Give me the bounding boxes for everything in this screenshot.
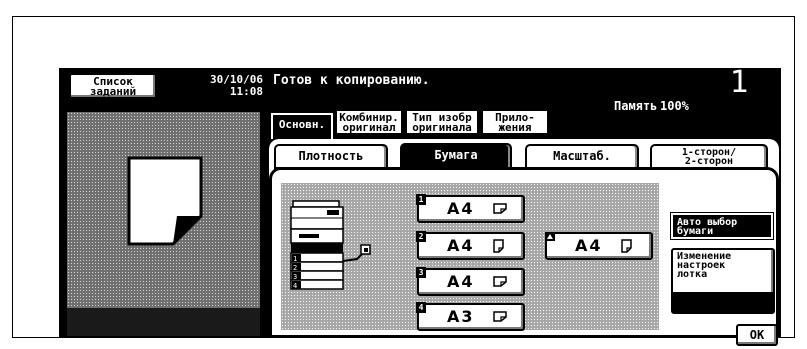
tray-3-number: 3 (416, 267, 426, 278)
paper-settings-panel: Плотность Бумага Масштаб. 1-сторон/ 2-ст… (269, 139, 779, 346)
paper-landscape-icon (493, 203, 507, 214)
tray-settings-indicator (673, 292, 773, 312)
date-time: 30/10/06 11:08 (163, 74, 263, 100)
tab-paper[interactable]: Бумага (400, 143, 512, 169)
job-list-label-2: заданий (89, 85, 137, 98)
tray-1-number: 1 (416, 194, 426, 205)
paper-portrait-icon (493, 239, 504, 253)
tab-original-type-label-2: оригинала (412, 121, 472, 134)
lcd-panel: Список заданий 30/10/06 11:08 Готов к ко… (59, 65, 781, 346)
bypass-tray-button[interactable]: A4 (545, 232, 653, 260)
preview-bottom-bar (67, 308, 260, 336)
tray-3-size: A4 (447, 272, 475, 291)
tab-combine-label-2: оригинал (342, 121, 396, 134)
memory-value: 100% (660, 99, 689, 113)
tray-4-button[interactable]: 4 A3 (416, 302, 525, 331)
screenshot-frame: Список заданий 30/10/06 11:08 Готов к ко… (12, 16, 795, 346)
bypass-tray-icon (545, 232, 555, 241)
tab-applications[interactable]: Прило- жения (481, 109, 549, 133)
copier-tray-label-4: 4 (293, 282, 297, 290)
bypass-tray-size: A4 (575, 236, 603, 255)
copier-tray-label-3: 3 (293, 273, 297, 281)
tray-2-number: 2 (416, 231, 426, 242)
auto-paper-label-2: бумаги (677, 226, 714, 237)
tab-paper-label: Бумага (434, 148, 478, 162)
tab-applications-label-2: жения (498, 121, 532, 134)
tray-4-number: 4 (416, 302, 426, 313)
tray-3-button[interactable]: 3 A4 (416, 267, 525, 296)
paper-portrait-icon (621, 239, 632, 253)
tab-duplex-label-2: 2-сторон (684, 156, 734, 167)
tab-basic[interactable]: Основн. (271, 113, 333, 139)
change-tray-settings-button[interactable]: Изменение настроек лотка (671, 248, 775, 314)
document-preview-icon (127, 156, 203, 246)
copier-tray-label-2: 2 (293, 264, 297, 272)
tray-2-size: A4 (447, 236, 475, 255)
memory-label: Память (614, 99, 658, 113)
tab-zoom[interactable]: Масштаб. (525, 144, 639, 169)
tab-density-label: Плотность (298, 149, 364, 163)
tray-1-size: A4 (447, 199, 475, 218)
auto-paper-select-button[interactable]: Авто выбор бумаги (670, 212, 774, 240)
tab-duplex[interactable]: 1-сторон/ 2-сторон (650, 144, 768, 169)
tray-1-button[interactable]: 1 A4 (416, 194, 525, 223)
status-message: Готов к копированию. (273, 73, 430, 88)
time: 11:08 (229, 85, 263, 98)
copier-tray-label-1: 1 (293, 255, 297, 263)
paper-landscape-icon (493, 276, 507, 287)
tab-zoom-label: Масштаб. (553, 149, 611, 163)
copier-machine-icon: 1 2 3 4 (290, 200, 371, 290)
ok-button[interactable]: OK (736, 324, 778, 346)
copy-count: 1 (730, 65, 750, 100)
tab-basic-label: Основн. (278, 118, 326, 131)
tray-4-size: A3 (447, 307, 475, 326)
tray-settings-label-3: лотка (677, 269, 708, 280)
tab-original-type[interactable]: Тип изобр оригинала (405, 109, 479, 133)
job-list-button[interactable]: Список заданий (69, 73, 157, 99)
tray-2-button[interactable]: 2 A4 (416, 231, 525, 260)
tab-density[interactable]: Плотность (274, 144, 388, 169)
paper-landscape-icon (493, 311, 507, 322)
tab-combine-original[interactable]: Комбинир. оригинал (335, 109, 403, 133)
